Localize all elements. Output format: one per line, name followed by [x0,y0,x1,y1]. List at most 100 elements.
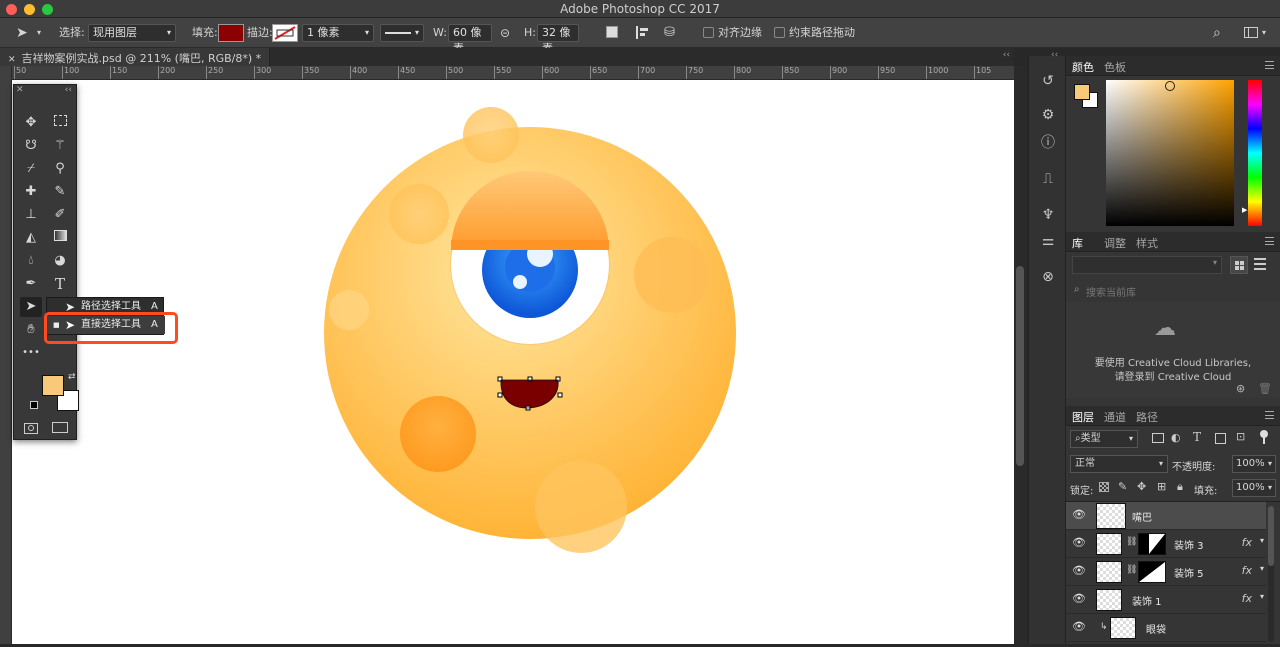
search-icon[interactable]: ⌕ [1213,18,1221,48]
link-dimensions-icon[interactable]: ⊝ [500,18,510,48]
path-arrangement-icon[interactable]: ⛁ [664,18,675,48]
visibility-eye-icon[interactable]: 👁︎ [1072,565,1086,576]
mask-link-icon[interactable]: ⛓ [1126,537,1137,547]
color-picker-marker[interactable] [1165,81,1175,91]
history-brush-tool-icon[interactable]: ✐ [49,205,71,225]
layers-scrollbar[interactable] [1268,506,1274,642]
tab-channels[interactable]: 通道 [1104,409,1126,425]
hue-slider-handle-icon[interactable]: ▶ [1242,206,1247,214]
sync-icon[interactable]: ⊛ [1236,382,1245,395]
layer-name[interactable]: 装饰 5 [1174,565,1204,580]
visibility-eye-icon[interactable]: 👁︎ [1072,509,1086,520]
scrollbar-thumb[interactable] [1016,266,1024,466]
lasso-tool-icon[interactable]: ☋ [20,136,42,156]
hue-slider[interactable]: ▶ [1242,80,1262,226]
tab-styles[interactable]: 样式 [1136,235,1158,251]
swap-colors-icon[interactable]: ⇄ [68,372,76,382]
color-panel-foreground-swatch[interactable] [1074,84,1090,100]
lock-transparency-icon[interactable] [1099,482,1109,492]
adjustments-panel-icon[interactable]: ⚌ [1039,232,1057,250]
panel-menu-icon[interactable] [1265,61,1274,69]
filter-shape-icon[interactable] [1215,433,1226,444]
lock-artboard-icon[interactable]: ⊞ [1157,480,1166,493]
tab-adjustments[interactable]: 调整 [1104,235,1126,251]
history-panel-icon[interactable]: ↺ [1039,72,1057,90]
fill-color-swatch[interactable] [218,24,244,42]
eraser-tool-icon[interactable]: ◭ [20,228,42,248]
magic-wand-tool-icon[interactable]: ⚚ [49,136,71,156]
layer-effects-icon[interactable]: fx [1242,564,1252,577]
workspace-icon[interactable] [1244,27,1258,38]
layer-row[interactable]: 👁︎ ⛓ 装饰 5 fx ▾ [1066,558,1266,586]
select-layer-dropdown[interactable]: 现用图层 ▾ [88,24,176,42]
panel-menu-icon[interactable] [1265,237,1274,245]
document-tab[interactable]: ✕ 吉祥物案例实战.psd @ 211% (嘴巴, RGB/8*) * [0,48,271,66]
chevron-down-icon[interactable]: ▾ [1262,18,1266,48]
eyedropper-tool-icon[interactable]: ⚲ [49,159,71,179]
blur-tool-icon[interactable]: 💧︎ [20,251,42,271]
tab-swatches[interactable]: 色板 [1104,59,1126,75]
close-panel-icon[interactable]: ✕ [16,85,24,95]
lock-position-icon[interactable]: ✥ [1137,480,1146,493]
crop-tool-icon[interactable]: ⌿ [20,159,42,179]
layer-name[interactable]: 嘴巴 [1132,509,1152,524]
brush-tool-icon[interactable]: ✎ [49,182,71,202]
layer-filter-dropdown[interactable]: ⌕类型 ▾ [1070,430,1138,448]
blend-mode-dropdown[interactable]: 正常 ▾ [1070,455,1168,473]
type-tool-icon[interactable]: T [49,274,71,294]
3d-panel-icon[interactable]: ⊗ [1039,268,1057,286]
path-alignment-icon[interactable] [636,26,648,39]
path-selection-tool-icon[interactable]: ➤ [20,297,42,317]
width-field[interactable]: 60 像素 [448,24,492,55]
trash-icon[interactable]: 🗑︎ [1258,382,1272,395]
collapse-arrows-icon[interactable]: ‹‹ [1003,50,1010,60]
chevron-down-icon[interactable]: ▾ [1260,564,1264,573]
filter-adjustment-icon[interactable]: ◐ [1171,431,1181,444]
color-saturation-field[interactable] [1106,80,1234,226]
layer-name[interactable]: 眼袋 [1146,621,1166,636]
tab-libraries[interactable]: 库 [1072,235,1083,251]
tool-preset-dropdown-icon[interactable]: ▾ [37,18,41,48]
layer-name[interactable]: 装饰 1 [1132,593,1162,608]
path-operations-icon[interactable] [606,26,618,38]
stroke-color-swatch[interactable] [272,24,298,42]
paths-panel-icon[interactable]: ⎍ [1039,170,1057,188]
move-tool-icon[interactable]: ✥ [20,113,42,133]
library-select-dropdown[interactable]: ▾ [1072,256,1222,274]
lock-all-icon[interactable]: 🔒︎ [1177,480,1183,494]
brush-panel-icon[interactable]: ♆ [1039,206,1057,224]
tab-layers[interactable]: 图层 [1072,409,1094,425]
opacity-field[interactable]: 100% ▾ [1232,455,1276,473]
visibility-eye-icon[interactable]: 👁︎ [1072,621,1086,632]
layer-row[interactable]: 👁︎ ↳ 眼袋 [1066,614,1266,642]
layer-row[interactable]: 👁︎ ⛓ 装饰 3 fx ▾ [1066,530,1266,558]
fill-field[interactable]: 100% ▾ [1232,479,1276,497]
direct-selection-tool-icon[interactable]: ➤ [16,18,28,48]
filter-type-icon[interactable]: T [1193,430,1201,444]
grid-view-icon[interactable] [1230,256,1248,274]
visibility-eye-icon[interactable]: 👁︎ [1072,537,1086,548]
expand-panel-icon[interactable]: ‹‹ [65,85,72,95]
filter-toggle-icon[interactable] [1260,430,1268,444]
stroke-width-field[interactable]: 1 像素 ▾ [302,24,374,42]
more-tools-icon[interactable]: ••• [20,343,42,363]
chevron-down-icon[interactable]: ▾ [1260,592,1264,601]
clone-stamp-tool-icon[interactable]: ⊥ [20,205,42,225]
list-view-icon[interactable] [1254,258,1266,270]
document-canvas[interactable] [12,80,1014,644]
quick-mask-icon[interactable] [24,423,38,434]
tab-color[interactable]: 颜色 [1072,59,1094,75]
default-colors-icon[interactable] [30,401,38,409]
layer-row[interactable]: 👁︎ 嘴巴 [1066,502,1266,530]
panel-menu-icon[interactable] [1265,411,1274,419]
chevron-down-icon[interactable]: ▾ [1260,536,1264,545]
hand-tool-icon[interactable]: ✋︎ [20,320,42,340]
pen-tool-icon[interactable]: ✒ [20,274,42,294]
close-tab-icon[interactable]: ✕ [8,55,16,65]
lock-image-pixels-icon[interactable]: ✎ [1118,480,1127,493]
marquee-tool-icon[interactable] [49,113,71,133]
canvas-vertical-scrollbar[interactable] [1014,66,1026,644]
visibility-eye-icon[interactable]: 👁︎ [1072,593,1086,604]
layer-effects-icon[interactable]: fx [1242,536,1252,549]
collapse-arrows-icon[interactable]: ‹‹ [1051,50,1058,60]
